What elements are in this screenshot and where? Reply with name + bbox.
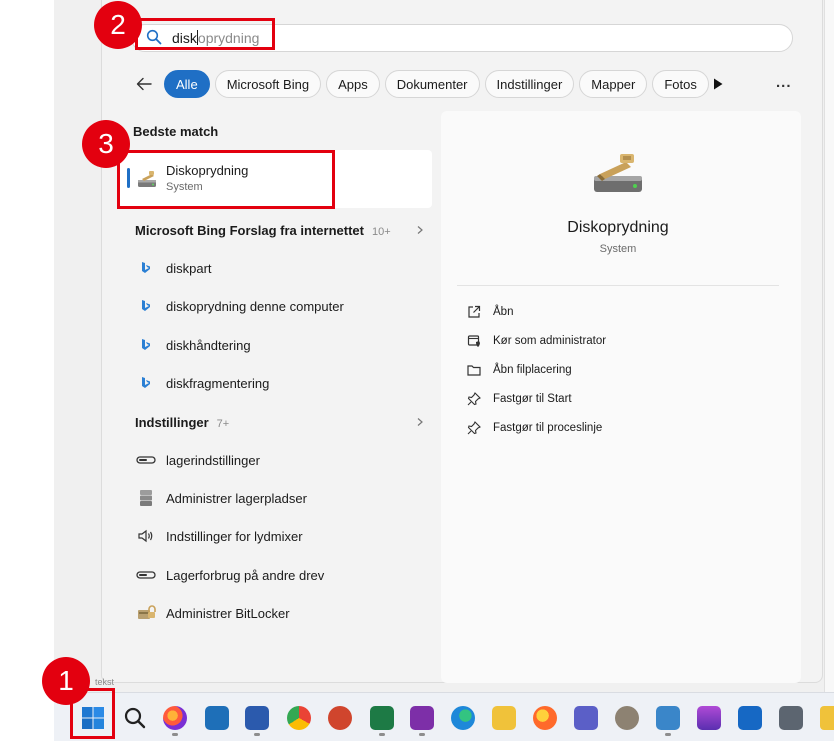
best-match-heading: Bedste match bbox=[133, 124, 219, 139]
chevron-right-icon[interactable] bbox=[415, 417, 425, 427]
filter-chip-settings[interactable]: Indstillinger bbox=[484, 70, 575, 98]
filter-chip-folders[interactable]: Mapper bbox=[579, 70, 648, 98]
excel-icon[interactable] bbox=[370, 706, 394, 730]
running-indicator bbox=[254, 733, 260, 736]
bing-icon bbox=[135, 296, 157, 316]
action-open-file-location[interactable]: Åbn filplacering bbox=[466, 361, 572, 379]
detail-subtitle: System bbox=[599, 243, 637, 255]
folder-icon[interactable] bbox=[820, 706, 834, 730]
disk-cleanup-large-icon bbox=[594, 154, 642, 192]
outlook-icon[interactable] bbox=[738, 706, 762, 730]
action-open[interactable]: Åbn bbox=[466, 303, 513, 321]
notepad-icon[interactable] bbox=[656, 706, 680, 730]
search-highlight-box bbox=[135, 18, 275, 50]
teams-icon[interactable] bbox=[574, 706, 598, 730]
filter-chip-apps[interactable]: Apps bbox=[326, 70, 380, 98]
storage-bar-icon bbox=[135, 450, 157, 470]
word-icon[interactable] bbox=[245, 706, 269, 730]
bing-icon bbox=[135, 373, 157, 393]
chrome-icon[interactable] bbox=[287, 706, 311, 730]
running-indicator bbox=[172, 733, 178, 736]
callout-badge-1: 1 bbox=[42, 657, 90, 705]
filter-bar: Alle Microsoft Bing Apps Dokumenter Inds… bbox=[132, 70, 714, 98]
bing-suggestion-item[interactable]: diskhåndtering bbox=[135, 333, 251, 357]
best-match-highlight-box bbox=[117, 150, 335, 209]
bing-suggestion-item[interactable]: diskfragmentering bbox=[135, 371, 269, 395]
pin-icon bbox=[466, 391, 482, 407]
search-icon[interactable] bbox=[123, 706, 147, 730]
folder-icon bbox=[466, 362, 482, 378]
settings-item[interactable]: lagerindstillinger bbox=[135, 448, 260, 472]
pin-icon bbox=[466, 420, 482, 436]
action-pin-to-start[interactable]: Fastgør til Start bbox=[466, 390, 572, 408]
storage-spaces-icon bbox=[135, 488, 157, 508]
action-pin-to-taskbar[interactable]: Fastgør til proceslinje bbox=[466, 419, 602, 437]
more-options-button[interactable]: ... bbox=[776, 74, 792, 91]
bing-count: 10+ bbox=[371, 226, 391, 238]
running-indicator bbox=[419, 733, 425, 736]
gimp-icon[interactable] bbox=[615, 706, 639, 730]
callout-badge-2: 2 bbox=[94, 1, 142, 49]
settings-count: 7+ bbox=[216, 418, 230, 430]
left-margin bbox=[0, 0, 54, 741]
bing-icon bbox=[135, 258, 157, 278]
edge-icon[interactable] bbox=[451, 706, 475, 730]
bing-suggestion-item[interactable]: diskpart bbox=[135, 256, 212, 280]
open-external-icon bbox=[466, 304, 482, 320]
detail-title: Diskoprydning bbox=[567, 219, 669, 236]
action-run-as-admin[interactable]: Kør som administrator bbox=[466, 332, 606, 350]
settings-item[interactable]: Indstillinger for lydmixer bbox=[135, 524, 303, 548]
settings-item[interactable]: Lagerforbrug på andre drev bbox=[135, 563, 324, 587]
speaker-icon bbox=[135, 526, 157, 546]
window-edge bbox=[824, 0, 834, 692]
partial-label: tekst bbox=[95, 677, 115, 687]
settings-item[interactable]: Administrer lagerpladser bbox=[135, 486, 307, 510]
firefox-icon[interactable] bbox=[163, 706, 187, 730]
bitlocker-icon bbox=[135, 603, 157, 623]
remote-desktop-icon[interactable] bbox=[205, 706, 229, 730]
back-arrow-icon[interactable] bbox=[132, 72, 156, 96]
chevron-right-icon[interactable] bbox=[415, 225, 425, 235]
powerpoint-icon[interactable] bbox=[328, 706, 352, 730]
running-indicator bbox=[379, 733, 385, 736]
filter-chip-all[interactable]: Alle bbox=[164, 70, 210, 98]
callout-badge-3: 3 bbox=[82, 120, 130, 168]
stack-icon[interactable] bbox=[697, 706, 721, 730]
running-indicator bbox=[665, 733, 671, 736]
bing-suggestion-item[interactable]: diskoprydning denne computer bbox=[135, 294, 344, 318]
onenote-icon[interactable] bbox=[410, 706, 434, 730]
more-filters-play-icon[interactable] bbox=[710, 76, 726, 92]
filter-chip-bing[interactable]: Microsoft Bing bbox=[214, 70, 322, 98]
settings-section-heading[interactable]: Indstillinger 7+ bbox=[135, 415, 229, 430]
firefox-icon[interactable] bbox=[533, 706, 557, 730]
filter-chip-documents[interactable]: Dokumenter bbox=[384, 70, 480, 98]
file-explorer-icon[interactable] bbox=[492, 706, 516, 730]
filter-chip-photos[interactable]: Fotos bbox=[652, 70, 709, 98]
calculator-icon[interactable] bbox=[779, 706, 803, 730]
settings-item[interactable]: Administrer BitLocker bbox=[135, 601, 290, 625]
admin-shield-icon bbox=[466, 333, 482, 349]
bing-icon bbox=[135, 335, 157, 355]
storage-bar-icon bbox=[135, 565, 157, 585]
detail-divider bbox=[457, 285, 779, 286]
bing-section-heading[interactable]: Microsoft Bing Forslag fra internettet 10… bbox=[135, 223, 391, 238]
